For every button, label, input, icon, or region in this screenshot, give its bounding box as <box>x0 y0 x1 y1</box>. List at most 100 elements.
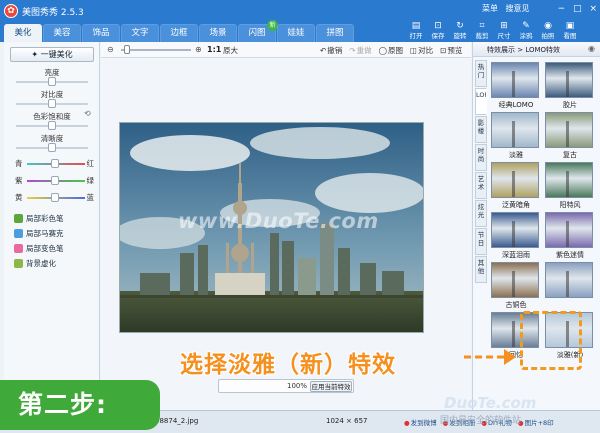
effect-thumbnail[interactable]: 泛黄暗角 <box>491 162 541 213</box>
preview-tower-shape <box>512 271 515 297</box>
saturation-slider[interactable]: 色彩饱和度 <box>4 111 100 133</box>
compare-percent: 100% <box>287 382 308 390</box>
tab-label: 闪图 <box>248 28 266 38</box>
sharpness-slider[interactable]: 清晰度 <box>4 133 100 155</box>
color-right-label: 红 <box>86 159 95 168</box>
slider-knob[interactable] <box>48 99 56 108</box>
camera-button[interactable]: ◉ 拍照 <box>537 20 559 42</box>
minimize-icon[interactable]: − <box>558 4 566 14</box>
slider-knob[interactable] <box>51 176 59 185</box>
effect-preview-image <box>491 212 539 248</box>
save-icon: ⊡ <box>434 21 442 31</box>
contrast-slider[interactable]: 对比度 <box>4 89 100 111</box>
tab-flash[interactable]: 闪图新 <box>238 20 278 42</box>
background-blur-brush[interactable]: 背景虚化 <box>14 258 56 270</box>
crop-button[interactable]: ⌗ 裁剪 <box>471 20 493 42</box>
tab-beautify[interactable]: 美化 <box>4 24 42 42</box>
preview-tower-shape <box>566 171 569 197</box>
close-icon[interactable]: × <box>589 4 597 14</box>
photo-canvas[interactable]: www.DuoTe.com <box>119 122 424 333</box>
preview-tower-shape <box>512 321 515 347</box>
category-festival[interactable]: 节日 <box>475 228 487 255</box>
effect-thumbnail[interactable]: 复古 <box>545 112 595 163</box>
category-glare[interactable]: 炫光 <box>475 200 487 227</box>
slider-knob[interactable] <box>48 77 56 86</box>
effect-thumbnail[interactable]: 阳特风 <box>545 162 595 213</box>
menu-button[interactable]: 菜单 <box>482 4 498 13</box>
effect-thumbnail[interactable]: 深蓝泪雨 <box>491 212 541 263</box>
undo-icon: ↶ <box>320 46 327 55</box>
size-button[interactable]: ⊞ 尺寸 <box>493 20 515 42</box>
rotate-button[interactable]: ↻ 旋转 <box>449 20 471 42</box>
effect-categories: 热门 LOMO 影楼 时尚 艺术 炫光 节日 其他 <box>475 60 487 284</box>
tab-label: 场景 <box>209 28 227 38</box>
redo-button[interactable]: ↷重做 <box>349 45 371 56</box>
effect-thumbnail[interactable]: 古铜色 <box>491 262 541 313</box>
app-logo-icon: ✿ <box>4 4 18 18</box>
effect-label: 阳特风 <box>559 201 581 209</box>
share-weibo-link[interactable]: ●发到微博 <box>404 417 437 427</box>
category-hot[interactable]: 热门 <box>475 60 487 87</box>
effect-thumbnail[interactable]: 经典LOMO <box>491 62 541 113</box>
arrow-right-icon <box>464 349 516 365</box>
recolor-icon <box>14 244 23 253</box>
maximize-icon[interactable]: □ <box>573 4 582 14</box>
zoom-in-icon[interactable]: ⊕ <box>195 45 202 54</box>
auto-beautify-button[interactable]: ✦ 一键美化 <box>10 47 94 62</box>
zoom-knob[interactable] <box>124 45 130 54</box>
apply-effect-button[interactable]: 应用当前特效 <box>310 381 352 392</box>
open-icon: ▤ <box>411 21 421 31</box>
local-color-brush[interactable]: 局部彩色笔 <box>14 213 64 225</box>
color-right-label: 蓝 <box>86 193 95 202</box>
effect-label: 淡雅 <box>509 151 523 159</box>
preview-button[interactable]: ⊡预览 <box>440 45 462 56</box>
effect-thumbnail[interactable] <box>545 262 595 313</box>
undo-button[interactable]: ↶撤销 <box>320 45 342 56</box>
effect-label: 经典LOMO <box>498 101 534 109</box>
toolbar-label: 涂鸦 <box>519 32 533 40</box>
save-button[interactable]: ⊡ 保存 <box>427 20 449 42</box>
tab-scene[interactable]: 场景 <box>199 24 237 42</box>
category-art[interactable]: 艺术 <box>475 172 487 199</box>
slider-knob[interactable] <box>51 159 59 168</box>
tab-collage[interactable]: 拼图 <box>316 24 354 42</box>
effect-preview-image <box>491 62 539 98</box>
compare-button[interactable]: ◫对比 <box>410 45 433 56</box>
magenta-green-slider[interactable]: 紫 绿 <box>4 175 100 189</box>
local-recolor-brush[interactable]: 局部变色笔 <box>14 243 64 255</box>
print-link[interactable]: ●图片+8印 <box>518 417 554 427</box>
tab-beauty[interactable]: 美容 <box>43 24 81 42</box>
tab-doll[interactable]: 娃娃 <box>277 24 315 42</box>
effect-label: 深蓝泪雨 <box>502 251 530 259</box>
brightness-slider[interactable]: 亮度 <box>4 67 100 89</box>
original-button[interactable]: ◯原图 <box>379 45 403 56</box>
doodle-button[interactable]: ✎ 涂鸦 <box>515 20 537 42</box>
title-menu: 菜单 搜意见 <box>482 3 535 14</box>
yellow-blue-slider[interactable]: 黄 蓝 <box>4 192 100 206</box>
local-mosaic-brush[interactable]: 局部马赛克 <box>14 228 64 240</box>
toolbar-label: 看图 <box>563 32 577 40</box>
slider-knob[interactable] <box>51 193 59 202</box>
zoom-out-icon[interactable]: ⊖ <box>107 45 114 54</box>
slider-knob[interactable] <box>48 121 56 130</box>
open-button[interactable]: ▤ 打开 <box>405 20 427 42</box>
panel-settings-icon[interactable]: ◉ <box>588 44 595 53</box>
cyan-red-slider[interactable]: 青 红 <box>4 158 100 172</box>
preview-icon: ⊡ <box>440 46 447 55</box>
browse-button[interactable]: ▣ 看图 <box>559 20 581 42</box>
tab-border[interactable]: 边框 <box>160 24 198 42</box>
category-other[interactable]: 其他 <box>475 256 487 283</box>
effect-thumbnail[interactable]: 紫色迷情 <box>545 212 595 263</box>
tab-label: 娃娃 <box>287 28 305 38</box>
original-size-button[interactable]: 原大 <box>223 45 238 56</box>
effect-thumbnail[interactable]: 胶片 <box>545 62 595 113</box>
effect-thumbnail[interactable]: 淡雅 <box>491 112 541 163</box>
slider-knob[interactable] <box>48 143 56 152</box>
category-fashion[interactable]: 时尚 <box>475 144 487 171</box>
tab-accessories[interactable]: 饰品 <box>82 24 120 42</box>
feedback-link[interactable]: 搜意见 <box>506 4 530 13</box>
tab-text[interactable]: 文字 <box>121 24 159 42</box>
category-lomo[interactable]: LOMO <box>475 88 487 115</box>
category-studio[interactable]: 影楼 <box>475 116 487 143</box>
original-icon: ◯ <box>378 46 387 55</box>
